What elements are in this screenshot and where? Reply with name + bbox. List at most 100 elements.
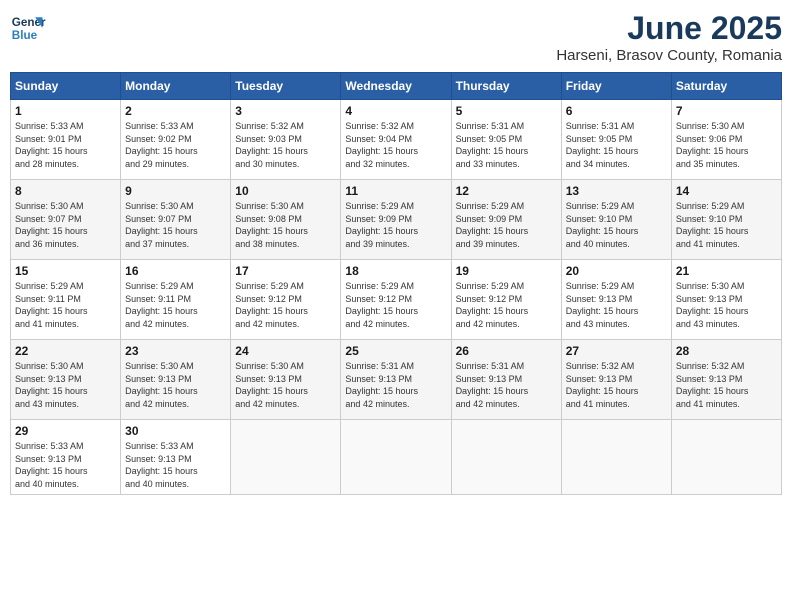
day-number: 11 <box>345 184 446 198</box>
table-row: 25 Sunrise: 5:31 AM Sunset: 9:13 PM Dayli… <box>341 340 451 420</box>
day-detail: Sunrise: 5:29 AM Sunset: 9:12 PM Dayligh… <box>456 280 557 330</box>
day-detail: Sunrise: 5:30 AM Sunset: 9:08 PM Dayligh… <box>235 200 336 250</box>
table-row: 23Sunrise: 5:30 AM Sunset: 9:13 PM Dayli… <box>121 340 231 420</box>
day-number: 6 <box>566 104 667 118</box>
day-detail: Sunrise: 5:29 AM Sunset: 9:12 PM Dayligh… <box>235 280 336 330</box>
calendar-table: Sunday Monday Tuesday Wednesday Thursday… <box>10 72 782 495</box>
header-saturday: Saturday <box>671 73 781 100</box>
logo: General Blue <box>10 10 46 46</box>
table-row <box>231 420 341 495</box>
table-row: 11 Sunrise: 5:29 AM Sunset: 9:09 PM Dayli… <box>341 180 451 260</box>
day-detail: Sunrise: 5:33 AM Sunset: 9:02 PM Dayligh… <box>125 120 226 170</box>
table-row: 29 Sunrise: 5:33 AM Sunset: 9:13 PM Dayli… <box>11 420 121 495</box>
day-detail: Sunrise: 5:31 AM Sunset: 9:13 PM Dayligh… <box>345 360 446 410</box>
table-row <box>671 420 781 495</box>
day-number: 22 <box>15 344 116 358</box>
day-detail: Sunrise: 5:30 AM Sunset: 9:13 PM Dayligh… <box>676 280 777 330</box>
day-detail: Sunrise: 5:32 AM Sunset: 9:13 PM Dayligh… <box>566 360 667 410</box>
day-detail: Sunrise: 5:29 AM Sunset: 9:09 PM Dayligh… <box>456 200 557 250</box>
table-row: 18 Sunrise: 5:29 AM Sunset: 9:12 PM Dayli… <box>341 260 451 340</box>
table-row: 9 Sunrise: 5:30 AM Sunset: 9:07 PM Daylig… <box>121 180 231 260</box>
table-row: 27 Sunrise: 5:32 AM Sunset: 9:13 PM Dayli… <box>561 340 671 420</box>
day-detail: Sunrise: 5:30 AM Sunset: 9:07 PM Dayligh… <box>125 200 226 250</box>
day-number: 10 <box>235 184 336 198</box>
day-detail: Sunrise: 5:33 AM Sunset: 9:13 PM Dayligh… <box>125 440 226 490</box>
weekday-header-row: Sunday Monday Tuesday Wednesday Thursday… <box>11 73 782 100</box>
day-detail: Sunrise: 5:31 AM Sunset: 9:05 PM Dayligh… <box>456 120 557 170</box>
table-row: 1 Sunrise: 5:33 AM Sunset: 9:01 PM Daylig… <box>11 100 121 180</box>
day-detail: Sunrise: 5:30 AM Sunset: 9:13 PM Dayligh… <box>235 360 336 410</box>
day-number: 3 <box>235 104 336 118</box>
day-number: 26 <box>456 344 557 358</box>
day-number: 27 <box>566 344 667 358</box>
table-row: 12 Sunrise: 5:29 AM Sunset: 9:09 PM Dayli… <box>451 180 561 260</box>
day-number: 18 <box>345 264 446 278</box>
table-row: 20Sunrise: 5:29 AM Sunset: 9:13 PM Dayli… <box>561 260 671 340</box>
header-sunday: Sunday <box>11 73 121 100</box>
header-friday: Friday <box>561 73 671 100</box>
day-detail: Sunrise: 5:30 AM Sunset: 9:13 PM Dayligh… <box>125 360 226 410</box>
table-row: 15 Sunrise: 5:29 AM Sunset: 9:11 PM Dayli… <box>11 260 121 340</box>
day-number: 12 <box>456 184 557 198</box>
table-row: 13Sunrise: 5:29 AM Sunset: 9:10 PM Dayli… <box>561 180 671 260</box>
day-detail: Sunrise: 5:32 AM Sunset: 9:04 PM Dayligh… <box>345 120 446 170</box>
day-number: 7 <box>676 104 777 118</box>
table-row: 3Sunrise: 5:32 AM Sunset: 9:03 PM Daylig… <box>231 100 341 180</box>
page-header: General Blue June 2025 Harseni, Brasov C… <box>10 10 782 64</box>
day-number: 9 <box>125 184 226 198</box>
table-row <box>341 420 451 495</box>
day-number: 5 <box>456 104 557 118</box>
table-row: 28Sunrise: 5:32 AM Sunset: 9:13 PM Dayli… <box>671 340 781 420</box>
table-row: 8 Sunrise: 5:30 AM Sunset: 9:07 PM Daylig… <box>11 180 121 260</box>
day-number: 28 <box>676 344 777 358</box>
day-detail: Sunrise: 5:33 AM Sunset: 9:13 PM Dayligh… <box>15 440 116 490</box>
day-number: 19 <box>456 264 557 278</box>
table-row: 22Sunrise: 5:30 AM Sunset: 9:13 PM Dayli… <box>11 340 121 420</box>
day-detail: Sunrise: 5:33 AM Sunset: 9:01 PM Dayligh… <box>15 120 116 170</box>
calendar-week-row: 29 Sunrise: 5:33 AM Sunset: 9:13 PM Dayli… <box>11 420 782 495</box>
day-detail: Sunrise: 5:31 AM Sunset: 9:05 PM Dayligh… <box>566 120 667 170</box>
day-detail: Sunrise: 5:29 AM Sunset: 9:11 PM Dayligh… <box>15 280 116 330</box>
table-row <box>451 420 561 495</box>
calendar-week-row: 8 Sunrise: 5:30 AM Sunset: 9:07 PM Daylig… <box>11 180 782 260</box>
table-row: 17 Sunrise: 5:29 AM Sunset: 9:12 PM Dayli… <box>231 260 341 340</box>
table-row: 10 Sunrise: 5:30 AM Sunset: 9:08 PM Dayli… <box>231 180 341 260</box>
day-detail: Sunrise: 5:29 AM Sunset: 9:13 PM Dayligh… <box>566 280 667 330</box>
day-detail: Sunrise: 5:29 AM Sunset: 9:09 PM Dayligh… <box>345 200 446 250</box>
day-number: 1 <box>15 104 116 118</box>
table-row <box>561 420 671 495</box>
calendar-week-row: 22 Sunrise: 5:30 AM Sunset: 9:13 PM Dayli… <box>11 340 782 420</box>
day-number: 17 <box>235 264 336 278</box>
month-title: June 2025 <box>556 10 782 47</box>
day-number: 29 <box>15 424 116 438</box>
header-wednesday: Wednesday <box>341 73 451 100</box>
table-row: 6 Sunrise: 5:31 AM Sunset: 9:05 PM Daylig… <box>561 100 671 180</box>
title-area: June 2025 Harseni, Brasov County, Romani… <box>556 10 782 64</box>
day-number: 24 <box>235 344 336 358</box>
day-detail: Sunrise: 5:30 AM Sunset: 9:06 PM Dayligh… <box>676 120 777 170</box>
day-number: 25 <box>345 344 446 358</box>
header-tuesday: Tuesday <box>231 73 341 100</box>
day-number: 2 <box>125 104 226 118</box>
day-detail: Sunrise: 5:29 AM Sunset: 9:11 PM Dayligh… <box>125 280 226 330</box>
day-detail: Sunrise: 5:31 AM Sunset: 9:13 PM Dayligh… <box>456 360 557 410</box>
day-detail: Sunrise: 5:29 AM Sunset: 9:10 PM Dayligh… <box>676 200 777 250</box>
table-row: 30 Sunrise: 5:33 AM Sunset: 9:13 PM Dayli… <box>121 420 231 495</box>
day-detail: Sunrise: 5:30 AM Sunset: 9:07 PM Dayligh… <box>15 200 116 250</box>
calendar-week-row: 15 Sunrise: 5:29 AM Sunset: 9:11 PM Dayli… <box>11 260 782 340</box>
calendar-week-row: 1 Sunrise: 5:33 AM Sunset: 9:01 PM Daylig… <box>11 100 782 180</box>
table-row: 21Sunrise: 5:30 AM Sunset: 9:13 PM Dayli… <box>671 260 781 340</box>
table-row: 26 Sunrise: 5:31 AM Sunset: 9:13 PM Dayli… <box>451 340 561 420</box>
day-number: 15 <box>15 264 116 278</box>
day-number: 8 <box>15 184 116 198</box>
table-row: 24 Sunrise: 5:30 AM Sunset: 9:13 PM Dayli… <box>231 340 341 420</box>
day-number: 30 <box>125 424 226 438</box>
day-number: 4 <box>345 104 446 118</box>
header-thursday: Thursday <box>451 73 561 100</box>
table-row: 16Sunrise: 5:29 AM Sunset: 9:11 PM Dayli… <box>121 260 231 340</box>
day-detail: Sunrise: 5:29 AM Sunset: 9:12 PM Dayligh… <box>345 280 446 330</box>
day-number: 14 <box>676 184 777 198</box>
table-row: 14 Sunrise: 5:29 AM Sunset: 9:10 PM Dayli… <box>671 180 781 260</box>
day-number: 13 <box>566 184 667 198</box>
table-row: 5 Sunrise: 5:31 AM Sunset: 9:05 PM Daylig… <box>451 100 561 180</box>
